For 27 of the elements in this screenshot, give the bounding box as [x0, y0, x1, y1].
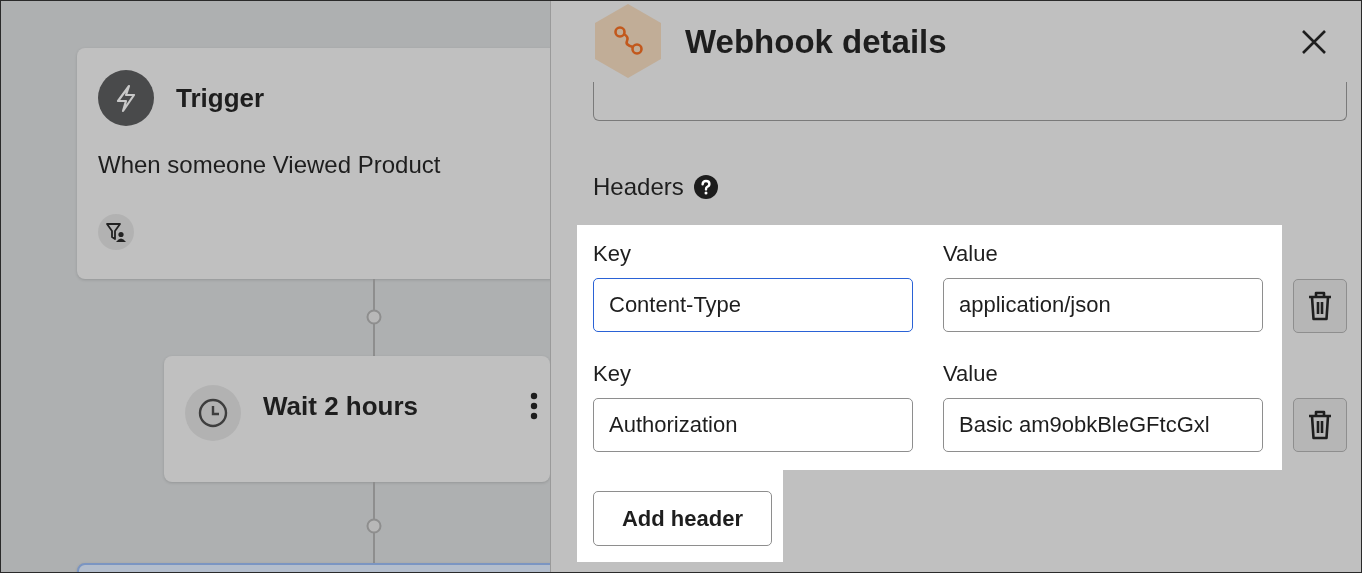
input-field[interactable]: application/json	[943, 278, 1263, 332]
add-header-button[interactable]: Add header	[593, 491, 772, 546]
lightning-icon	[98, 70, 154, 126]
help-icon[interactable]	[693, 175, 718, 199]
node-description: When someone Viewed Product	[98, 151, 442, 179]
field-label: Value	[943, 361, 999, 387]
panel-title: Webhook details	[685, 23, 948, 61]
trash-icon	[1307, 291, 1333, 321]
node-title: Wait 2 hours	[263, 391, 420, 422]
trigger-card[interactable]: Trigger When someone Viewed Product	[77, 48, 550, 279]
section-label: Headers	[593, 173, 684, 201]
delete-button[interactable]	[1293, 398, 1347, 452]
field-label: Value	[943, 241, 999, 267]
delete-button[interactable]	[1293, 279, 1347, 333]
input-field[interactable]: Basic am9obkBleGFtcGxl	[943, 398, 1263, 452]
delay-card[interactable]: Wait 2 hours	[164, 356, 550, 482]
webhook-icon	[593, 3, 663, 79]
input-field[interactable]: Content-Type	[593, 278, 913, 332]
field-label: Key	[593, 241, 632, 267]
field-label: Key	[593, 361, 632, 387]
more-options-icon[interactable]	[530, 392, 538, 420]
input-field[interactable]: Authorization	[593, 398, 913, 452]
filter-person-icon[interactable]	[98, 214, 134, 250]
trash-icon	[1307, 410, 1333, 440]
clock-icon	[185, 385, 241, 441]
close-icon[interactable]	[1301, 29, 1327, 55]
node-title: Trigger	[176, 82, 265, 114]
